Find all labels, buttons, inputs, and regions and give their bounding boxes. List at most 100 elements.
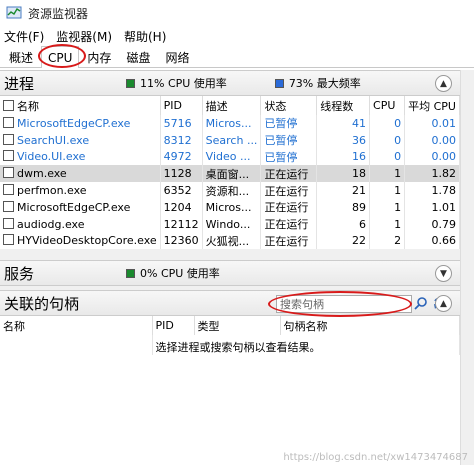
process-average-cpu: 0.00 xyxy=(404,131,460,149)
max-frequency-stat: 73% 最大频率 xyxy=(274,75,361,91)
cpu-tab-content: 进程 11% CPU 使用率 73% 最大频率 ▲ 名称 PID 描述 状态 线… xyxy=(0,70,460,465)
process-threads: 18 xyxy=(316,165,371,183)
handles-column-type[interactable]: 类型 xyxy=(194,316,281,335)
process-pid: 8312 xyxy=(160,131,203,149)
process-row[interactable]: MicrosoftEdgeCP.exe 5716 Micros... 已暂停 41 0 0.… xyxy=(0,115,460,132)
process-status: 正在运行 xyxy=(260,165,318,183)
process-status: 正在运行 xyxy=(260,182,318,199)
tab-cpu[interactable]: CPU xyxy=(41,46,80,68)
process-cpu: 0 xyxy=(369,115,406,132)
column-pid[interactable]: PID xyxy=(160,96,203,115)
process-row[interactable]: audiodg.exe 12112 Windo... 正在运行 6 1 0.79 xyxy=(0,215,460,233)
process-row[interactable]: MicrosoftEdgeCP.exe 1204 Micros... 正在运行 89 1 1… xyxy=(0,198,460,216)
services-header[interactable]: 服务 0% CPU 使用率 ▼ xyxy=(0,260,460,286)
process-threads: 89 xyxy=(316,198,371,216)
process-average-cpu: 0.01 xyxy=(404,115,460,132)
process-status: 已暂停 xyxy=(260,148,318,166)
process-checkbox[interactable] xyxy=(3,234,14,246)
process-description: 资源和... xyxy=(202,182,262,199)
handles-column-handle-name[interactable]: 句柄名称 xyxy=(280,316,460,335)
process-checkbox[interactable] xyxy=(3,200,14,212)
window-title: 资源监视器 xyxy=(28,6,89,21)
column-description[interactable]: 描述 xyxy=(202,96,262,115)
handles-column-name[interactable]: 名称 xyxy=(0,316,153,335)
handles-column-pid[interactable]: PID xyxy=(152,316,195,335)
process-checkbox[interactable] xyxy=(3,184,14,196)
process-cpu: 1 xyxy=(369,182,406,199)
search-handles-input[interactable]: 搜索句柄 xyxy=(276,295,412,313)
watermark: https://blog.csdn.net/xw1473474687 xyxy=(283,452,468,463)
process-row[interactable]: perfmon.exe 6352 资源和... 正在运行 21 1 1.78 xyxy=(0,182,460,199)
process-status: 已暂停 xyxy=(260,131,318,149)
services-section: 服务 0% CPU 使用率 ▼ xyxy=(0,260,460,286)
process-row[interactable]: Video.UI.exe 4972 Video ... 已暂停 16 0 0.00 xyxy=(0,148,460,166)
collapse-handles-icon[interactable]: ▲ xyxy=(435,295,452,312)
column-average-cpu[interactable]: 平均 CPU xyxy=(404,96,460,115)
process-pid: 4972 xyxy=(160,148,203,166)
process-checkbox[interactable] xyxy=(3,167,14,179)
handles-header-row: 名称 PID 类型 句柄名称 xyxy=(0,316,460,335)
process-description: Windo... xyxy=(202,215,262,233)
process-description: Search ... xyxy=(202,131,262,149)
column-name[interactable]: 名称 xyxy=(0,96,161,115)
handles-hint-text: 选择进程或搜索句柄以查看结果。 xyxy=(152,335,460,355)
cpu-usage-swatch xyxy=(126,78,135,88)
collapse-processes-icon[interactable]: ▲ xyxy=(435,75,452,92)
select-all-checkbox[interactable] xyxy=(3,99,14,111)
process-name: dwm.exe xyxy=(0,165,161,183)
process-threads: 36 xyxy=(316,131,371,149)
process-average-cpu: 1.01 xyxy=(404,198,460,216)
tab-network[interactable]: 网络 xyxy=(158,47,196,67)
column-threads[interactable]: 线程数 xyxy=(316,96,371,115)
process-threads: 16 xyxy=(316,148,371,166)
process-status: 正在运行 xyxy=(260,215,318,233)
process-cpu: 1 xyxy=(369,198,406,216)
process-row[interactable]: dwm.exe 1128 桌面窗... 正在运行 18 1 1.82 xyxy=(0,165,460,183)
processes-header[interactable]: 进程 11% CPU 使用率 73% 最大频率 ▲ xyxy=(0,70,460,96)
tab-disk[interactable]: 磁盘 xyxy=(119,47,157,67)
processes-table: 名称 PID 描述 状态 线程数 CPU 平均 CPU MicrosoftEdg… xyxy=(0,96,460,250)
expand-services-icon[interactable]: ▼ xyxy=(435,265,452,282)
handles-table: 名称 PID 类型 句柄名称 选择进程或搜索句柄以查看结果。 xyxy=(0,316,460,355)
process-cpu: 1 xyxy=(369,165,406,183)
process-checkbox[interactable] xyxy=(3,133,14,145)
process-row[interactable]: HYVideoDesktopCore.exe 12360 火狐视... 正在运行 22 2… xyxy=(0,232,460,250)
process-name: perfmon.exe xyxy=(0,182,161,199)
process-average-cpu: 0.79 xyxy=(404,215,460,233)
tab-memory[interactable]: 内存 xyxy=(80,47,118,67)
services-cpu-stat: 0% CPU 使用率 xyxy=(126,265,220,281)
process-average-cpu: 0.66 xyxy=(404,232,460,250)
process-status: 正在运行 xyxy=(260,198,318,216)
process-checkbox[interactable] xyxy=(3,217,14,229)
column-status[interactable]: 状态 xyxy=(260,96,318,115)
process-description: Micros... xyxy=(202,198,262,216)
process-pid: 6352 xyxy=(160,182,203,199)
title-bar: 资源监视器 xyxy=(0,0,474,26)
process-description: 火狐视... xyxy=(202,232,262,250)
menu-help[interactable]: 帮助(H) xyxy=(124,28,166,45)
tab-strip: 概述 CPU 内存 磁盘 网络 xyxy=(0,46,474,68)
vertical-scrollbar[interactable] xyxy=(460,70,474,465)
process-description: Video ... xyxy=(202,148,262,166)
process-status: 正在运行 xyxy=(260,232,318,250)
search-icon[interactable] xyxy=(414,296,430,312)
handles-section: 关联的句柄 搜索句柄 ▲ xyxy=(0,290,460,316)
process-name: SearchUI.exe xyxy=(0,131,161,149)
handles-hint-row: 选择进程或搜索句柄以查看结果。 xyxy=(0,335,460,355)
process-row[interactable]: SearchUI.exe 8312 Search ... 已暂停 36 0 0.00 xyxy=(0,131,460,149)
menu-monitor[interactable]: 监视器(M) xyxy=(56,28,112,45)
processes-header-row: 名称 PID 描述 状态 线程数 CPU 平均 CPU xyxy=(0,96,460,115)
cpu-usage-stat: 11% CPU 使用率 xyxy=(126,75,227,91)
process-threads: 6 xyxy=(316,215,371,233)
column-cpu[interactable]: CPU xyxy=(369,96,406,115)
menu-file[interactable]: 文件(F) xyxy=(4,28,44,45)
services-cpu-text: 0% CPU 使用率 xyxy=(140,267,220,280)
process-name: MicrosoftEdgeCP.exe xyxy=(0,198,161,216)
process-name: HYVideoDesktopCore.exe xyxy=(0,232,161,250)
tab-overview[interactable]: 概述 xyxy=(2,47,40,67)
handles-title: 关联的句柄 xyxy=(4,294,80,313)
process-description: 桌面窗... xyxy=(202,165,262,183)
process-checkbox[interactable] xyxy=(3,150,14,162)
handles-header[interactable]: 关联的句柄 搜索句柄 ▲ xyxy=(0,290,460,316)
process-checkbox[interactable] xyxy=(3,116,14,128)
